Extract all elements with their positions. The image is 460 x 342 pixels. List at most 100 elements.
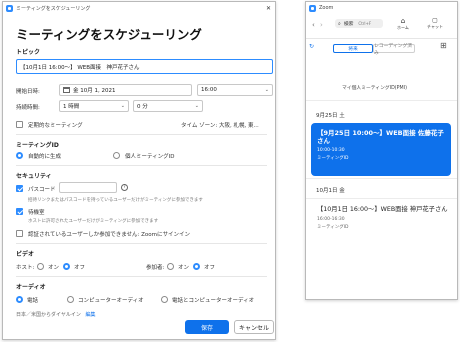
date-group-label: 10月1日 金	[316, 188, 345, 194]
waiting-room-hint: ホストに許可されたユーザーだけがミーティングに参加できます	[28, 219, 159, 224]
video-section: ビデオ	[16, 251, 35, 258]
audio-both-label: 電話とコンピューターオーディオ	[172, 298, 255, 304]
duration-label: 持続時間:	[16, 105, 40, 111]
search-icon: ⌕	[338, 20, 341, 27]
audio-phone-label: 電話	[27, 298, 39, 304]
search-placeholder: 検索	[343, 22, 354, 27]
start-label: 開始日時:	[16, 89, 40, 95]
meeting-card[interactable]: 【10月1日 16:00～】WEB面接 神戸花子さん 16:00-16:30 ミ…	[317, 206, 452, 230]
video-host-off-label: オフ	[74, 265, 86, 271]
tab-recorded[interactable]: レコーディング済み	[373, 44, 415, 56]
video-participants-off-radio[interactable]	[193, 263, 200, 270]
search-shortcut: Ctrl+F	[358, 21, 372, 26]
add-icon[interactable]: ⊞	[440, 41, 447, 50]
video-participants-on-radio[interactable]	[167, 263, 174, 270]
divider	[306, 178, 457, 179]
calendar-icon	[63, 87, 70, 93]
meeting-time: 10:00-10:30	[317, 148, 345, 153]
timezone-select[interactable]: タイム ゾーン: 大阪, 札幌, 東...	[181, 121, 259, 129]
start-time-select[interactable]: 16:00 ⌄	[197, 84, 273, 96]
video-host-label: ホスト:	[16, 265, 35, 271]
dial-in-text: 日本／米国からダイヤルイン 編集	[16, 311, 95, 318]
window-title: ミーティングをスケジューリング	[16, 5, 91, 12]
close-icon[interactable]: ✕	[262, 2, 275, 14]
zoom-titlebar: Zoom	[306, 2, 457, 14]
forward-icon[interactable]: ›	[320, 21, 323, 29]
dial-in-label: 日本／米国からダイヤルイン	[16, 312, 81, 318]
meeting-title: 【10月1日 16:00～】WEB面接 神戸花子さん	[317, 206, 448, 213]
security-section: セキュリティ	[16, 173, 52, 180]
meeting-card-selected[interactable]: 【9月25日 10:00～】WEB面接 佐藤花子さん 10:00-10:30 ミ…	[311, 123, 451, 176]
date-group-label: 9月25日 土	[316, 113, 345, 119]
nav-home-label: ホーム	[397, 25, 409, 30]
refresh-icon[interactable]: ↻	[309, 43, 314, 50]
schedule-titlebar: ミーティングをスケジューリング ✕	[3, 2, 275, 14]
divider	[16, 276, 267, 277]
waiting-room-checkbox[interactable]	[16, 208, 23, 215]
duration-minutes-value: 0 分	[137, 104, 148, 110]
page-title: ミーティングをスケジューリング	[16, 27, 202, 42]
home-icon: ⌂	[400, 17, 406, 25]
audio-computer-label: コンピューターオーディオ	[78, 298, 144, 304]
divider	[16, 134, 267, 135]
nav-chat[interactable]: ▢ チャット	[427, 17, 443, 30]
meeting-title: 【9月25日 10:00～】WEB面接 佐藤花子さん	[317, 129, 444, 145]
auth-checkbox[interactable]	[16, 230, 23, 237]
recurring-checkbox[interactable]	[16, 121, 23, 128]
divider	[306, 198, 457, 199]
meeting-id-section: ミーティングID	[16, 142, 59, 149]
topic-label: トピック	[16, 49, 41, 56]
divider	[16, 243, 267, 244]
divider	[16, 165, 267, 166]
meeting-id-auto-radio[interactable]	[16, 152, 23, 159]
start-time-value: 16:00	[201, 87, 217, 93]
nav-home[interactable]: ⌂ ホーム	[397, 17, 409, 31]
divider	[306, 100, 457, 101]
video-host-on-radio[interactable]	[37, 263, 44, 270]
duration-minutes-select[interactable]: 0 分 ⌄	[133, 100, 203, 112]
audio-section: オーディオ	[16, 284, 46, 291]
audio-computer-radio[interactable]	[67, 296, 74, 303]
video-participants-off-label: オフ	[204, 265, 216, 271]
topic-input[interactable]: 【10月1日 16:00～】 WEB面接 神戸花子さん	[16, 59, 273, 74]
auth-label: 認証されているユーザーしか参加できません: Zoomにサインイン	[28, 232, 191, 238]
topic-value: 【10月1日 16:00～】 WEB面接 神戸花子さん	[20, 64, 140, 71]
duration-hours-value: 1 時間	[63, 104, 80, 110]
meeting-id-auto-label: 自動的に生成	[28, 154, 62, 160]
personal-meeting-id[interactable]: マイ個人ミーティングID(PMI)	[342, 84, 407, 91]
cancel-button[interactable]: キャンセル	[234, 320, 274, 334]
meeting-id: ミーティングID	[317, 156, 349, 161]
search-input[interactable]: ⌕ 検索 Ctrl+F	[335, 19, 383, 28]
zoom-logo-icon	[309, 4, 316, 12]
start-date-value: 金 10月 1, 2021	[73, 88, 116, 94]
schedule-meeting-window: ミーティングをスケジューリング ✕ ミーティングをスケジューリング トピック 【…	[2, 1, 276, 340]
nav-chat-label: チャット	[427, 24, 443, 29]
meeting-id-personal-radio[interactable]	[113, 152, 120, 159]
audio-phone-radio[interactable]	[16, 296, 23, 303]
passcode-checkbox[interactable]	[16, 185, 23, 192]
duration-hours-select[interactable]: 1 時間 ⌄	[59, 100, 129, 112]
passcode-input[interactable]	[59, 182, 117, 193]
video-host-on-label: オン	[48, 265, 60, 271]
chevron-down-icon: ⌄	[120, 103, 125, 109]
meeting-time: 16:00-16:30	[317, 217, 345, 222]
help-icon[interactable]: ?	[121, 184, 128, 191]
back-icon[interactable]: ‹	[312, 21, 315, 29]
passcode-label: パスコード	[28, 187, 56, 193]
video-participants-on-label: オン	[178, 265, 190, 271]
waiting-room-label: 待機室	[28, 210, 45, 216]
chevron-down-icon: ⌄	[264, 87, 269, 93]
zoom-logo-icon	[6, 4, 13, 12]
start-date-picker[interactable]: 金 10月 1, 2021	[59, 84, 192, 96]
save-button[interactable]: 保存	[185, 320, 229, 334]
recurring-label: 定期的なミーティング	[28, 123, 83, 129]
zoom-window-title: Zoom	[319, 5, 334, 11]
audio-both-radio[interactable]	[161, 296, 168, 303]
video-host-off-radio[interactable]	[63, 263, 70, 270]
meeting-id-personal-label: 個人ミーティングID	[125, 154, 175, 160]
tab-upcoming[interactable]: 将来	[333, 44, 373, 53]
dial-in-edit-link[interactable]: 編集	[85, 312, 95, 318]
divider	[306, 38, 457, 39]
passcode-hint: 招待リンクまたはパスコードを持っているユーザーだけがミーティングに参加できます	[28, 198, 203, 203]
chevron-down-icon: ⌄	[194, 103, 199, 109]
